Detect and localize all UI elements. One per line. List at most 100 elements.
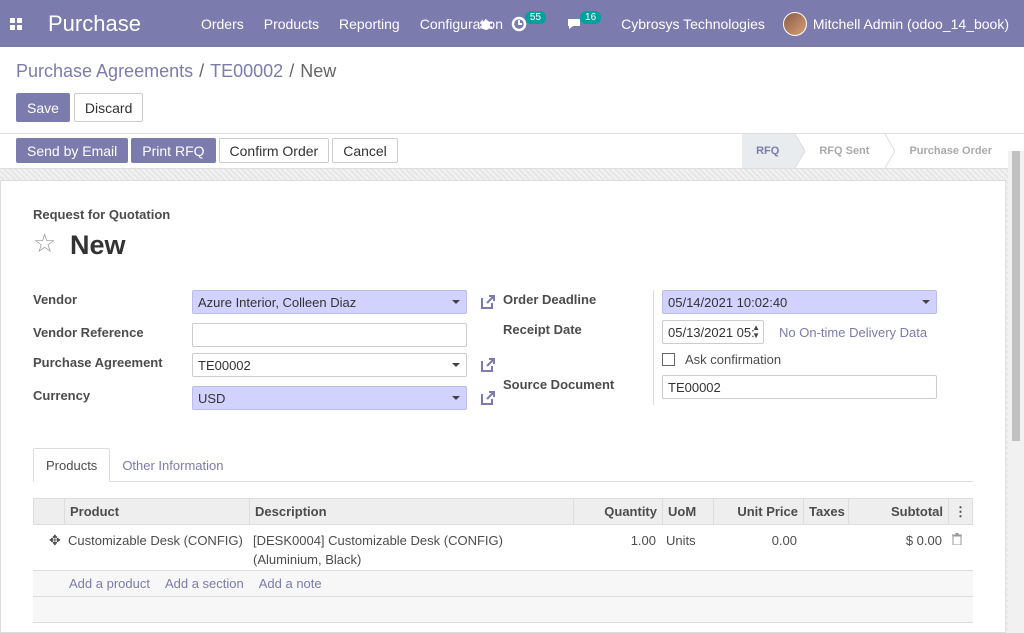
vendor-value: Azure Interior, Colleen Diaz xyxy=(198,294,357,310)
chevron-down-icon xyxy=(922,300,930,304)
company-switcher[interactable]: Cybrosys Technologies xyxy=(612,16,774,32)
column-taxes[interactable]: Taxes xyxy=(803,499,848,524)
main-menu: Orders Products Reporting Configuration xyxy=(191,0,513,47)
drag-handle-icon[interactable]: ✥ xyxy=(33,525,63,570)
currency-field[interactable]: USD xyxy=(192,386,467,410)
discard-button[interactable]: Discard xyxy=(73,93,144,122)
order-deadline-value: 05/14/2021 10:02:40 xyxy=(668,294,788,310)
add-section-link[interactable]: Add a section xyxy=(165,576,244,591)
menu-orders[interactable]: Orders xyxy=(191,16,254,32)
purchase-agreement-field[interactable]: TE00002 xyxy=(192,353,467,377)
add-product-link[interactable]: Add a product xyxy=(69,576,150,591)
send-by-email-button[interactable]: Send by Email xyxy=(16,138,129,163)
order-lines-table: Product Description Quantity UoM Unit Pr… xyxy=(33,498,973,623)
vendor-reference-field[interactable] xyxy=(192,323,467,347)
chevron-down-icon xyxy=(452,300,460,304)
line-taxes[interactable] xyxy=(802,525,847,570)
column-unit-price[interactable]: Unit Price xyxy=(713,499,803,524)
print-rfq-button[interactable]: Print RFQ xyxy=(131,138,216,163)
confirm-order-button[interactable]: Confirm Order xyxy=(218,138,330,163)
add-note-link[interactable]: Add a note xyxy=(259,576,322,591)
stage-rfq[interactable]: RFQ xyxy=(742,134,796,168)
ask-confirmation-label: Ask confirmation xyxy=(685,352,782,367)
stage-purchase-order[interactable]: Purchase Order xyxy=(895,134,1008,168)
document-type: Request for Quotation xyxy=(33,207,171,222)
breadcrumb-record[interactable]: TE00002 xyxy=(210,61,283,82)
systray: 55 16 Cybrosys Technologies Mitchell Adm… xyxy=(470,0,1024,47)
empty-row xyxy=(33,597,973,623)
top-navbar: Purchase Orders Products Reporting Confi… xyxy=(0,0,1024,47)
notebook-tabs: Products Other Information xyxy=(33,448,973,482)
activity-icon[interactable]: 55 xyxy=(502,11,557,32)
menu-reporting[interactable]: Reporting xyxy=(329,16,410,32)
purchase-agreement-value: TE00002 xyxy=(198,357,251,373)
tab-other-information[interactable]: Other Information xyxy=(110,448,235,482)
column-description[interactable]: Description xyxy=(249,499,573,524)
user-name: Mitchell Admin (odoo_14_book) xyxy=(812,15,1009,32)
table-header: Product Description Quantity UoM Unit Pr… xyxy=(33,498,973,525)
add-line-row: Add a product Add a section Add a note xyxy=(33,571,973,597)
stage-rfq-sent[interactable]: RFQ Sent xyxy=(805,134,886,168)
line-subtotal: $ 0.00 xyxy=(905,533,942,548)
line-description-line2: (Aluminium, Black) xyxy=(253,552,362,567)
stage-pipeline: RFQ RFQ Sent Purchase Order xyxy=(742,134,1008,168)
receipt-date-field[interactable]: 05/13/2021 05: ▲ ▼ xyxy=(662,320,764,344)
purchase-agreement-label: Purchase Agreement xyxy=(33,355,163,370)
source-document-label: Source Document xyxy=(503,377,615,392)
receipt-date-value: 05/13/2021 05: xyxy=(668,324,755,340)
star-icon[interactable]: ☆ xyxy=(33,230,56,256)
source-document-field[interactable]: TE00002 xyxy=(662,375,937,399)
order-deadline-field[interactable]: 05/14/2021 10:02:40 xyxy=(662,290,937,314)
app-name[interactable]: Purchase xyxy=(48,11,141,37)
order-deadline-label: Order Deadline xyxy=(503,292,597,307)
save-button[interactable]: Save xyxy=(16,93,70,122)
currency-label: Currency xyxy=(33,388,91,403)
vendor-label: Vendor xyxy=(33,292,78,307)
external-link-icon[interactable] xyxy=(479,293,497,311)
column-divider xyxy=(653,290,654,405)
line-description-line1: [DESK0004] Customizable Desk (CONFIG) xyxy=(253,533,503,548)
column-quantity[interactable]: Quantity xyxy=(573,499,662,524)
activity-count-badge: 55 xyxy=(524,11,547,24)
messages-icon[interactable]: 16 xyxy=(557,11,612,31)
user-menu[interactable]: Mitchell Admin (odoo_14_book) xyxy=(774,11,1024,36)
avatar xyxy=(782,11,807,36)
column-uom[interactable]: UoM xyxy=(662,499,713,524)
scrollbar[interactable] xyxy=(1008,151,1024,633)
line-unit-price[interactable]: 0.00 xyxy=(712,525,802,570)
chevron-down-icon xyxy=(452,396,460,400)
external-link-icon[interactable] xyxy=(479,389,497,407)
breadcrumb-current: New xyxy=(300,61,337,81)
column-subtotal[interactable]: Subtotal xyxy=(848,499,948,524)
status-actions: Send by Email Print RFQ Confirm Order Ca… xyxy=(16,138,398,163)
breadcrumb: Purchase Agreements / TE00002 / New xyxy=(16,61,336,82)
tab-products[interactable]: Products xyxy=(33,448,111,482)
on-time-delivery-link[interactable]: No On-time Delivery Data xyxy=(779,325,927,340)
column-handle xyxy=(34,499,64,524)
stepper-icon: ▲ ▼ xyxy=(752,323,760,340)
status-bar: Send by Email Print RFQ Confirm Order Ca… xyxy=(0,133,1024,169)
message-count-badge: 16 xyxy=(580,11,602,24)
debug-icon[interactable] xyxy=(470,17,502,31)
line-quantity[interactable]: 1.00 xyxy=(572,525,661,570)
menu-products[interactable]: Products xyxy=(254,16,329,32)
column-options-icon[interactable]: ⋮ xyxy=(948,499,972,524)
chevron-down-icon xyxy=(452,363,460,367)
scrollbar-thumb[interactable] xyxy=(1012,151,1020,441)
apps-menu-icon[interactable] xyxy=(0,0,32,47)
line-description[interactable]: [DESK0004] Customizable Desk (CONFIG) (A… xyxy=(248,525,572,570)
vendor-reference-label: Vendor Reference xyxy=(33,325,144,340)
breadcrumb-separator: / xyxy=(289,61,295,81)
line-uom[interactable]: Units xyxy=(661,525,712,570)
line-product[interactable]: Customizable Desk (CONFIG) xyxy=(63,525,248,570)
trash-icon[interactable] xyxy=(947,525,971,570)
currency-value: USD xyxy=(198,390,226,406)
cancel-button[interactable]: Cancel xyxy=(332,138,398,163)
breadcrumb-agreements[interactable]: Purchase Agreements xyxy=(16,61,193,82)
vendor-field[interactable]: Azure Interior, Colleen Diaz xyxy=(192,290,467,314)
external-link-icon[interactable] xyxy=(479,356,497,374)
stage-arrow-icon xyxy=(885,134,896,168)
table-row[interactable]: ✥ Customizable Desk (CONFIG) [DESK0004] … xyxy=(33,525,973,571)
column-product[interactable]: Product xyxy=(64,499,249,524)
ask-confirmation-checkbox[interactable] xyxy=(662,353,675,366)
